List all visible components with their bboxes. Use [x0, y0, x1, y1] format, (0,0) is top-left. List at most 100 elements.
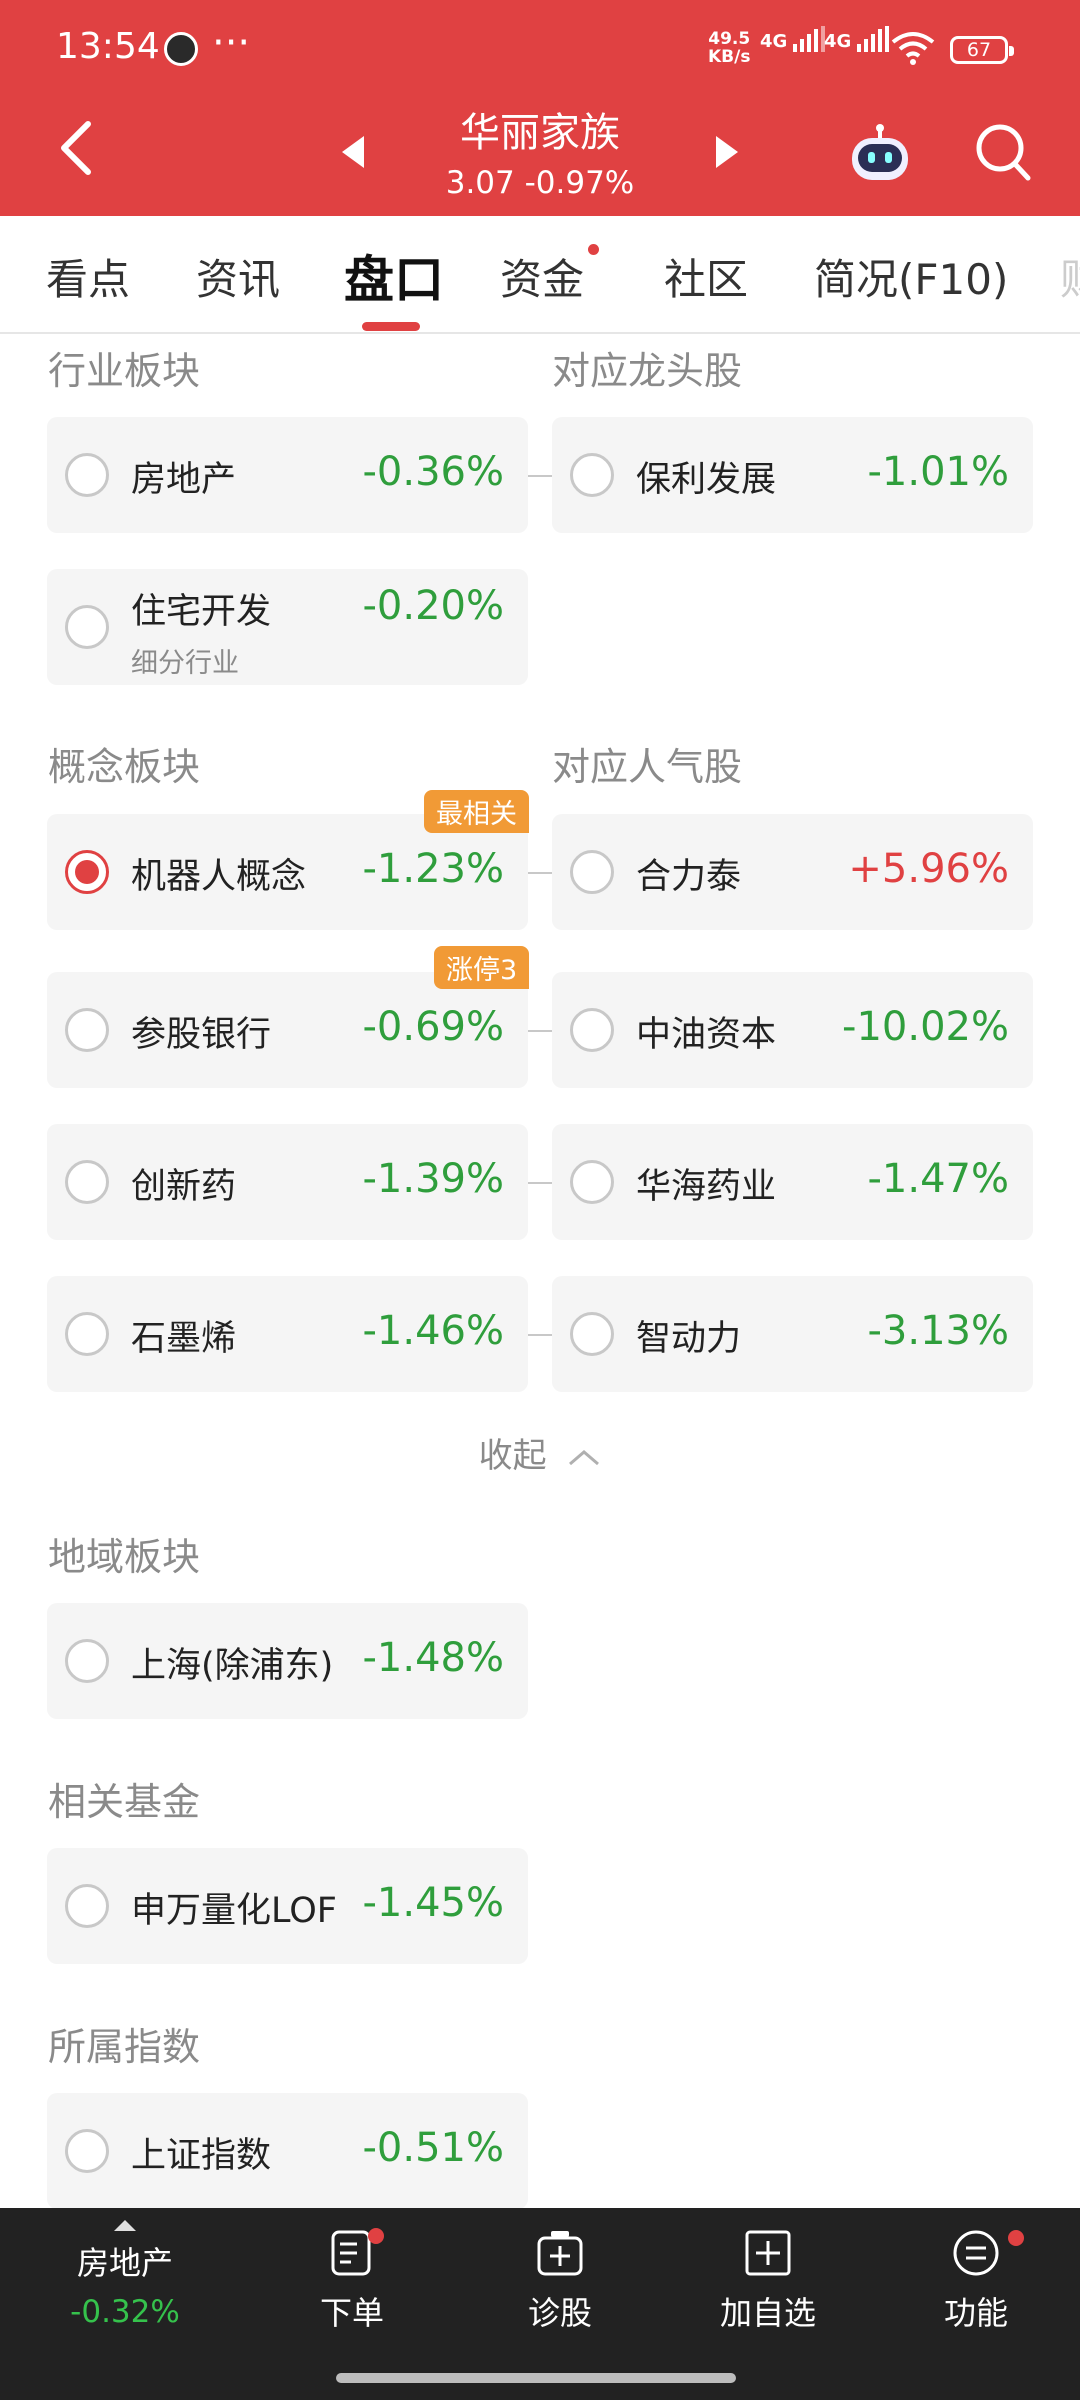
index-card[interactable]: 上证指数 -0.51%	[47, 2093, 528, 2209]
collapse-label: 收起	[478, 1436, 547, 1476]
active-tab-indicator	[362, 322, 420, 331]
status-time: 13:54	[56, 26, 160, 67]
home-indicator[interactable]	[336, 2373, 736, 2383]
stock-change: -10.02%	[842, 1004, 1009, 1050]
sector-name: 房地产	[131, 460, 237, 500]
next-stock-button[interactable]	[712, 132, 742, 172]
stock-card-popular[interactable]: 智动力 -3.13%	[552, 1276, 1033, 1392]
collapse-button[interactable]: 收起	[0, 1428, 1080, 1477]
section-title-index: 所属指数	[48, 2025, 201, 2069]
radio-button[interactable]	[65, 453, 109, 497]
sector-name: 上海(除浦东)	[131, 1646, 334, 1686]
header-bar: 13:54 ··· 49.5 KB/s 4G 4G 67 华丽家族 3.07 -…	[0, 0, 1080, 216]
radio-button[interactable]	[65, 1312, 109, 1356]
net-speed-value: 49.5	[708, 29, 751, 49]
order-notification-dot	[368, 2228, 384, 2244]
function-button[interactable]: 功能	[906, 2228, 1046, 2334]
add-watchlist-label: 加自选	[719, 2294, 816, 2332]
radio-button[interactable]	[570, 1008, 614, 1052]
back-button[interactable]	[56, 118, 96, 178]
network-type-2: 4G	[824, 31, 852, 52]
search-icon[interactable]	[974, 122, 1032, 184]
section-title-industry: 行业板块	[48, 349, 201, 393]
ai-assistant-robot-icon[interactable]	[848, 122, 912, 186]
section-title-concept: 概念板块	[48, 745, 201, 789]
limit-up-badge: 涨停3	[434, 946, 530, 989]
radio-button[interactable]	[570, 850, 614, 894]
stock-card-popular[interactable]: 华海药业 -1.47%	[552, 1124, 1033, 1240]
order-button[interactable]: 下单	[282, 2228, 422, 2334]
fund-card[interactable]: 申万量化LOF -1.45%	[47, 1848, 528, 1964]
network-type-1: 4G	[760, 31, 788, 52]
wifi-icon	[891, 32, 935, 65]
tab-market[interactable]: 盘口	[344, 240, 444, 312]
network-speed: 49.5 KB/s	[708, 30, 750, 66]
diagnose-label: 诊股	[527, 2294, 592, 2332]
tab-profile-f10[interactable]: 简况(F10)	[814, 246, 1008, 307]
caret-up-icon	[114, 2220, 136, 2231]
sector-card-industry[interactable]: 房地产 -0.36%	[47, 417, 528, 533]
stock-name: 中油资本	[636, 1015, 777, 1055]
sector-name: 创新药	[131, 1167, 237, 1207]
sector-card-concept[interactable]: 石墨烯 -1.46%	[47, 1276, 528, 1392]
tab-more-clipped[interactable]: 财	[1060, 246, 1080, 307]
net-speed-unit: KB/s	[708, 47, 751, 67]
most-related-badge: 最相关	[424, 790, 529, 833]
sector-name: 石墨烯	[131, 1319, 237, 1359]
sector-quote-change: -0.32%	[70, 2294, 180, 2330]
battery-icon: 67	[950, 36, 1014, 64]
sector-change: -0.20%	[362, 583, 504, 629]
sector-name: 机器人概念	[131, 857, 307, 897]
tab-highlights[interactable]: 看点	[46, 246, 130, 307]
sector-change: -0.36%	[362, 449, 504, 495]
diagnose-icon	[537, 2231, 583, 2276]
radio-button[interactable]	[65, 605, 109, 649]
bottom-action-bar: 房地产 -0.32% 下单 诊股 加自选 功能	[0, 2208, 1080, 2400]
radio-button[interactable]	[570, 1160, 614, 1204]
signal-group-1: 4G	[760, 26, 826, 52]
sector-change: -1.23%	[362, 846, 504, 892]
diagnose-button[interactable]: 诊股	[490, 2228, 630, 2334]
sector-quote-toggle[interactable]: 房地产 -0.32%	[40, 2214, 210, 2330]
radio-button[interactable]	[65, 2129, 109, 2173]
notification-app-icon	[164, 32, 198, 66]
sector-quote-name: 房地产	[76, 2244, 173, 2282]
sector-card-concept[interactable]: 创新药 -1.39%	[47, 1124, 528, 1240]
index-name: 上证指数	[131, 2136, 272, 2176]
function-icon	[953, 2230, 999, 2276]
stock-card-popular[interactable]: 合力泰 +5.96%	[552, 814, 1033, 930]
tab-community[interactable]: 社区	[664, 246, 748, 307]
sector-card-sub-industry[interactable]: 住宅开发 细分行业 -0.20%	[47, 569, 528, 685]
stock-change: -1.01%	[867, 449, 1009, 495]
sector-card-concept[interactable]: 参股银行 -0.69%	[47, 972, 528, 1088]
signal-bars-icon	[857, 26, 890, 52]
add-watchlist-icon	[745, 2230, 791, 2276]
tab-funds[interactable]: 资金	[500, 246, 584, 307]
sector-change: -1.48%	[362, 1635, 504, 1681]
stock-card-popular[interactable]: 中油资本 -10.02%	[552, 972, 1033, 1088]
stock-change: +5.96%	[848, 846, 1009, 892]
sector-change: -0.69%	[362, 1004, 504, 1050]
radio-button[interactable]	[570, 1312, 614, 1356]
more-notifications-icon: ···	[212, 20, 251, 66]
stock-name: 保利发展	[636, 460, 777, 500]
radio-button[interactable]	[65, 1884, 109, 1928]
tab-news[interactable]: 资讯	[196, 246, 280, 307]
radio-button-selected[interactable]	[65, 850, 109, 894]
tab-bar: 看点 资讯 盘口 资金 社区 简况(F10) 财	[0, 216, 1080, 334]
radio-button[interactable]	[570, 453, 614, 497]
connector-line	[528, 1182, 552, 1184]
tab-funds-notification-dot	[588, 244, 599, 255]
sector-sub-label: 细分行业	[131, 648, 239, 679]
radio-button[interactable]	[65, 1008, 109, 1052]
chevron-up-icon	[569, 1449, 600, 1465]
radio-button[interactable]	[65, 1160, 109, 1204]
signal-group-2: 4G	[824, 26, 890, 52]
sector-card-region[interactable]: 上海(除浦东) -1.48%	[47, 1603, 528, 1719]
connector-line	[528, 475, 552, 477]
stock-card-leader[interactable]: 保利发展 -1.01%	[552, 417, 1033, 533]
add-watchlist-button[interactable]: 加自选	[698, 2228, 838, 2334]
connector-line	[528, 1334, 552, 1336]
radio-button[interactable]	[65, 1639, 109, 1683]
fund-name: 申万量化LOF	[131, 1891, 337, 1931]
